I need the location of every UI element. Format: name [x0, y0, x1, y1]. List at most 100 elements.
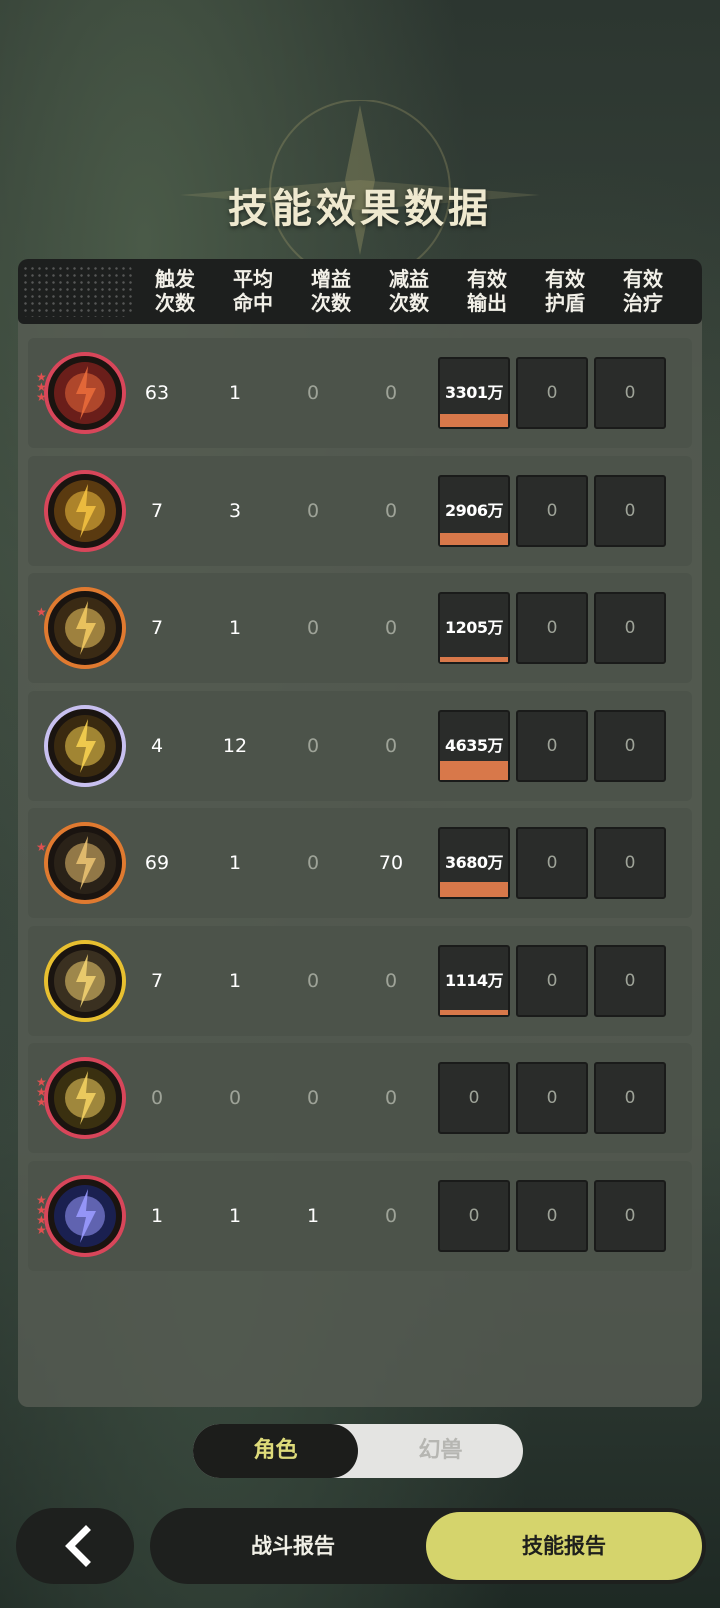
- column-header-line2: 输出: [467, 291, 507, 315]
- skill-row[interactable]: ★ 7 1 0 0 1205万 0 0: [28, 573, 692, 683]
- star-rank: ★ ★ ★: [36, 1076, 50, 1109]
- cell-shield-box: 0: [516, 709, 588, 782]
- chain-spark-skill-icon: [44, 587, 126, 669]
- cell-hits: 1: [228, 1204, 242, 1227]
- column-header-line1: 减益: [389, 267, 429, 291]
- cell-debuff: 0: [384, 617, 398, 639]
- tab-battle-report[interactable]: 战斗报告: [150, 1508, 436, 1584]
- star-icon: ★: [36, 390, 47, 404]
- cell-output-box: 0: [438, 1062, 510, 1134]
- cell-shield-box: 0: [516, 1179, 588, 1252]
- cell-debuff: 70: [378, 852, 404, 874]
- skill-row[interactable]: ★ ★ ★ 0 0 0 0 0 0 0: [28, 1043, 692, 1153]
- golden-ring-skill-icon: [44, 822, 126, 904]
- arcane-clock-skill-icon: [44, 1174, 126, 1257]
- cell-heal-value: 0: [624, 500, 636, 521]
- cell-shield-value: 0: [546, 735, 558, 756]
- skill-row[interactable]: ★ ★ ★ ★ 1 1 1 0 0 0 0: [28, 1160, 692, 1271]
- tab-skill-report[interactable]: 技能报告: [426, 1512, 702, 1580]
- output-bar: [440, 414, 508, 427]
- cell-trigger: 4: [150, 734, 164, 757]
- column-header: 有效 治疗: [608, 267, 678, 315]
- skill-row[interactable]: 7 1 0 0 1114万 0 0: [28, 925, 692, 1036]
- cell-hits: 12: [222, 734, 248, 757]
- cell-hits: 1: [228, 852, 242, 874]
- star-icon: ★: [36, 605, 47, 619]
- cell-heal-box: 0: [594, 827, 666, 899]
- cell-trigger: 7: [150, 969, 164, 992]
- cell-debuff: 0: [384, 499, 398, 522]
- chevron-left-icon: [65, 1525, 91, 1567]
- skill-row[interactable]: ★ 69 1 0 70 3680万 0 0: [28, 808, 692, 918]
- column-header: 增益 次数: [296, 267, 366, 315]
- cell-buff: 0: [306, 499, 320, 522]
- output-bar: [440, 882, 508, 897]
- page-title: 技能效果数据: [228, 186, 492, 232]
- cell-shield-box: 0: [516, 592, 588, 664]
- cell-hits: 0: [228, 1087, 242, 1109]
- column-header-line1: 有效: [623, 267, 663, 291]
- column-header-line2: 次数: [311, 291, 351, 315]
- cell-output-box: 1205万: [438, 592, 510, 664]
- cell-heal-box: 0: [594, 474, 666, 547]
- cell-buff: 0: [306, 969, 320, 992]
- skill-row[interactable]: ★ ★ ★ 63 1 0 0 3301万 0 0: [28, 338, 692, 448]
- back-button[interactable]: [16, 1508, 134, 1584]
- column-header-line2: 次数: [155, 291, 195, 315]
- cell-buff: 0: [306, 1087, 320, 1109]
- lightning-burst-skill-icon: [44, 469, 126, 552]
- cell-trigger: 0: [150, 1087, 164, 1109]
- column-header-line1: 触发: [155, 267, 195, 291]
- cell-output-box: 1114万: [438, 944, 510, 1017]
- output-bar: [440, 1009, 508, 1015]
- cell-trigger: 69: [144, 852, 170, 874]
- cell-output-box: 3680万: [438, 827, 510, 899]
- cell-debuff: 0: [384, 734, 398, 757]
- cell-buff: 1: [306, 1204, 320, 1227]
- meteor-skill-icon: [44, 352, 126, 434]
- cell-output-box: 2906万: [438, 474, 510, 547]
- cell-hits: 1: [228, 617, 242, 639]
- star-icon: ★: [36, 1095, 47, 1109]
- toggle-beast[interactable]: 幻兽: [358, 1424, 523, 1478]
- cell-heal-box: 0: [594, 357, 666, 429]
- cell-heal-value: 0: [624, 735, 636, 756]
- cell-shield-box: 0: [516, 474, 588, 547]
- cell-debuff: 0: [384, 1204, 398, 1227]
- cell-shield-box: 0: [516, 1062, 588, 1134]
- cell-heal-box: 0: [594, 944, 666, 1017]
- cell-heal-value: 0: [624, 618, 636, 638]
- star-icon: ★: [36, 1222, 47, 1237]
- toggle-character[interactable]: 角色: [193, 1424, 358, 1478]
- cell-output-value: 1205万: [444, 618, 504, 637]
- cell-output-value: 0: [468, 1088, 480, 1108]
- star-rank: ★: [36, 605, 50, 619]
- column-header-line1: 增益: [311, 267, 351, 291]
- skill-row[interactable]: 7 3 0 0 2906万 0 0: [28, 455, 692, 566]
- cell-output-value: 0: [468, 1205, 480, 1226]
- cell-shield-value: 0: [546, 618, 558, 638]
- lightning-emblem-skill-icon: [44, 939, 126, 1022]
- star-rank: ★: [36, 841, 50, 853]
- cell-trigger: 7: [150, 499, 164, 522]
- cell-buff: 0: [306, 852, 320, 874]
- cell-hits: 1: [228, 969, 242, 992]
- cell-shield-value: 0: [546, 853, 558, 873]
- star-rank: ★ ★ ★: [36, 371, 50, 404]
- output-bar: [440, 532, 508, 545]
- cell-buff: 0: [306, 617, 320, 639]
- column-header: 有效 护盾: [530, 267, 600, 315]
- column-header-line1: 平均: [233, 267, 273, 291]
- cell-heal-box: 0: [594, 592, 666, 664]
- cell-output-box: 3301万: [438, 357, 510, 429]
- cell-shield-box: 0: [516, 357, 588, 429]
- cell-shield-box: 0: [516, 944, 588, 1017]
- cell-shield-value: 0: [546, 383, 558, 403]
- cell-debuff: 0: [384, 969, 398, 992]
- output-bar: [440, 760, 508, 780]
- skill-row[interactable]: 4 12 0 0 4635万 0 0: [28, 690, 692, 801]
- role-toggle[interactable]: 角色 幻兽: [193, 1424, 523, 1478]
- cell-heal-value: 0: [624, 970, 636, 991]
- column-header-line1: 有效: [545, 267, 585, 291]
- column-header-line1: 有效: [467, 267, 507, 291]
